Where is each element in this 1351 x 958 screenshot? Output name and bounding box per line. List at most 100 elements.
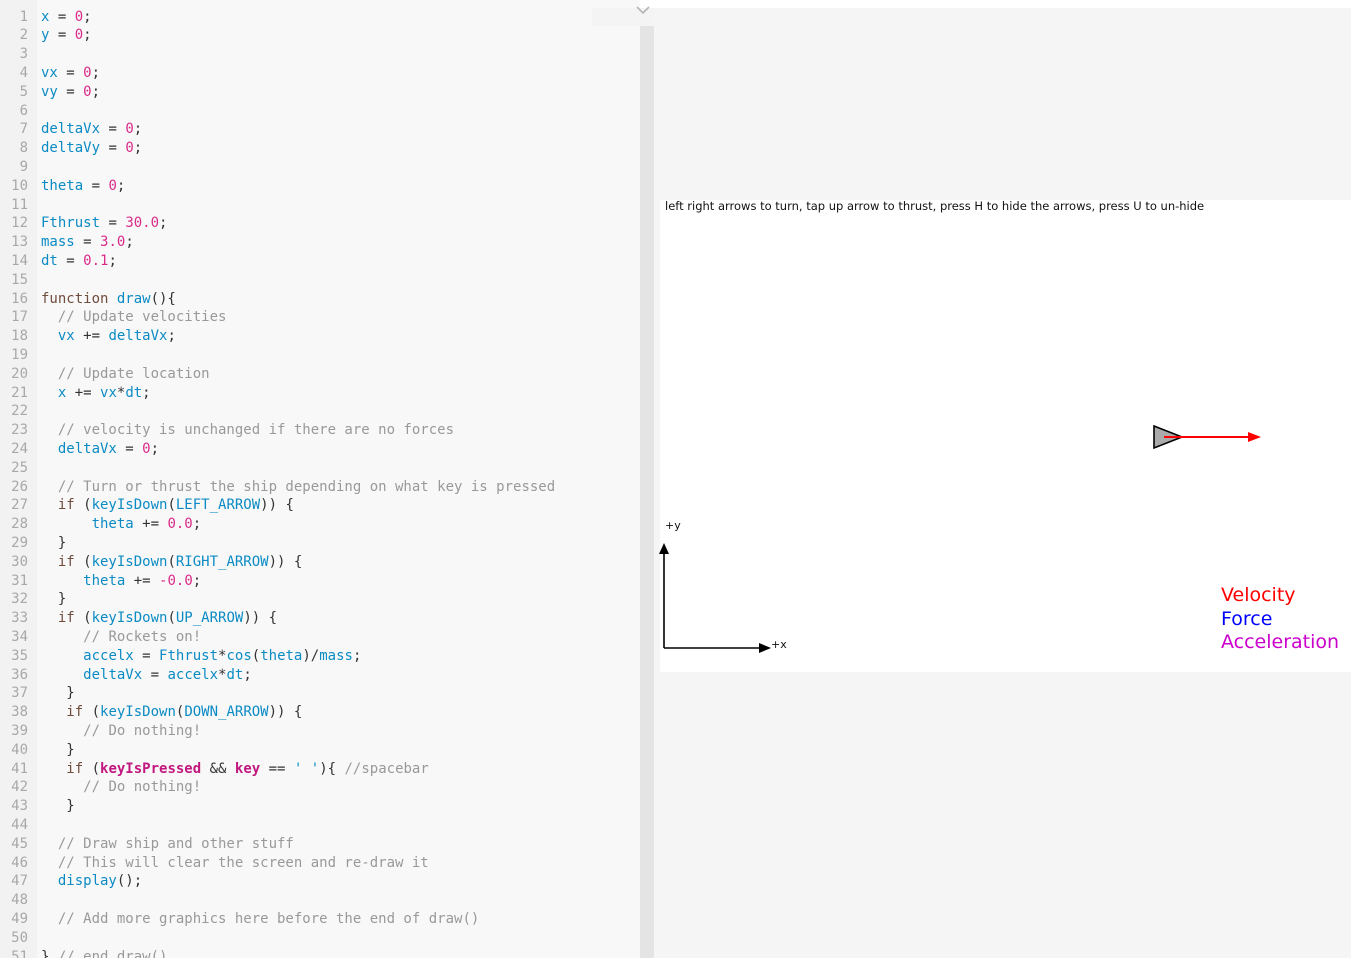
code-token: mass xyxy=(41,234,75,251)
code-line[interactable]: 5 vy = 0; xyxy=(0,83,100,102)
code-line[interactable]: 48 xyxy=(0,891,41,910)
code-line[interactable]: 49 // Add more graphics here before the … xyxy=(0,910,479,929)
code-line[interactable]: 35 accelx = Fthrust*cos(theta)/mass; xyxy=(0,647,361,666)
code-token: accelx xyxy=(83,647,134,664)
code-token: ( xyxy=(167,553,176,570)
code-line[interactable]: 6 xyxy=(0,102,41,121)
code-token: UP_ARROW xyxy=(175,610,244,627)
code-token: vy xyxy=(41,83,58,100)
line-number: 7 xyxy=(19,121,28,138)
code-line[interactable]: 4 vx = 0; xyxy=(0,64,100,83)
code-text: x += vx*dt; xyxy=(41,385,151,401)
code-line[interactable]: 30 if (keyIsDown(RIGHT_ARROW)) { xyxy=(0,553,302,572)
line-number: 33 xyxy=(11,610,28,627)
code-line[interactable]: 18 vx += deltaVx; xyxy=(0,327,176,346)
code-token: ; xyxy=(91,83,101,100)
code-line[interactable]: 31 theta += -0.0; xyxy=(0,572,201,591)
code-text: y = 0; xyxy=(41,27,92,43)
code-line[interactable]: 37 } xyxy=(0,684,75,703)
code-line[interactable]: 51} // end draw() xyxy=(0,948,167,958)
code-line[interactable]: 7 deltaVx = 0; xyxy=(0,120,143,139)
code-line[interactable]: 17 // Update velocities xyxy=(0,308,226,327)
code-token: DOWN_ARROW xyxy=(184,704,269,721)
code-line[interactable]: 22 xyxy=(0,402,41,421)
code-token: if xyxy=(57,553,75,570)
line-number: 51 xyxy=(11,948,28,958)
code-token: 0 xyxy=(83,64,92,81)
code-line[interactable]: 36 deltaVx = accelx*dt; xyxy=(0,666,252,685)
code-line[interactable]: 41 if (keyIsPressed && key == ' '){ //sp… xyxy=(0,760,429,779)
pane-splitter[interactable] xyxy=(640,26,654,958)
code-token: ; xyxy=(83,27,92,44)
code-text: if (keyIsDown(LEFT_ARROW)) { xyxy=(41,497,294,513)
line-number: 5 xyxy=(19,83,28,100)
code-line[interactable]: 43 } xyxy=(0,797,75,816)
code-line[interactable]: 15 xyxy=(0,271,41,290)
code-line[interactable]: 1 x = 0; xyxy=(0,8,92,27)
code-line[interactable]: 19 xyxy=(0,346,41,365)
code-text: theta += 0.0; xyxy=(41,516,202,533)
code-line[interactable]: 28 theta += 0.0; xyxy=(0,515,201,534)
code-token: theta xyxy=(91,516,134,533)
code-line[interactable]: 50 xyxy=(0,929,41,948)
code-line[interactable]: 33 if (keyIsDown(UP_ARROW)) { xyxy=(0,609,277,628)
code-line[interactable]: 47 display(); xyxy=(0,872,142,891)
y-axis-label: +y xyxy=(665,519,681,532)
line-number: 23 xyxy=(11,422,28,439)
ship xyxy=(1153,424,1261,450)
code-line[interactable]: 23 // velocity is unchanged if there are… xyxy=(0,421,454,440)
code-line[interactable]: 39 // Do nothing! xyxy=(0,722,201,741)
code-token: 0 xyxy=(74,27,84,44)
code-line[interactable]: 34 // Rockets on! xyxy=(0,628,201,647)
code-token: == xyxy=(260,760,294,777)
line-number: 6 xyxy=(19,102,28,119)
chevron-down-icon[interactable] xyxy=(636,5,650,15)
code-line[interactable]: 45 // Draw ship and other stuff xyxy=(0,835,294,854)
line-number: 49 xyxy=(11,910,28,927)
code-line[interactable]: 10 theta = 0; xyxy=(0,177,125,196)
code-text: if (keyIsPressed && key == ' '){ //space… xyxy=(41,761,429,777)
code-line[interactable]: 20 // Update location xyxy=(0,365,209,384)
code-token: // This will clear the screen and re-dra… xyxy=(57,854,429,871)
code-line[interactable]: 42 // Do nothing! xyxy=(0,778,201,797)
code-line[interactable]: 8 deltaVy = 0; xyxy=(0,139,143,158)
code-line[interactable]: 16 function draw(){ xyxy=(0,290,176,309)
code-line[interactable]: 9 xyxy=(0,158,41,177)
code-line[interactable]: 26 // Turn or thrust the ship depending … xyxy=(0,478,555,497)
line-number: 8 xyxy=(19,140,28,157)
code-text: } xyxy=(41,742,74,758)
line-number: 41 xyxy=(11,760,28,777)
code-line[interactable]: 2 y = 0; xyxy=(0,26,92,45)
line-number: 19 xyxy=(11,346,28,363)
line-number: 16 xyxy=(11,290,28,307)
code-line[interactable]: 21 x += vx*dt; xyxy=(0,384,151,403)
code-token: // Rockets on! xyxy=(83,628,202,645)
code-token: Fthrust xyxy=(159,647,219,664)
code-line[interactable]: 12 Fthrust = 30.0; xyxy=(0,214,167,233)
code-line[interactable]: 38 if (keyIsDown(DOWN_ARROW)) { xyxy=(0,703,302,722)
code-line[interactable]: 27 if (keyIsDown(LEFT_ARROW)) { xyxy=(0,496,294,515)
code-editor[interactable]: 1 x = 0; 2 y = 0; 3 4 vx = 0; 5 vy = 0; 6 7 deltaVx… xyxy=(0,0,640,958)
code-line[interactable]: 29 } xyxy=(0,534,66,553)
line-number: 37 xyxy=(11,685,28,702)
line-number: 21 xyxy=(11,384,28,401)
code-line[interactable]: 13 mass = 3.0; xyxy=(0,233,134,252)
code-line[interactable]: 24 deltaVx = 0; xyxy=(0,440,159,459)
code-line[interactable]: 25 xyxy=(0,459,41,478)
line-number: 1 xyxy=(19,8,28,25)
code-line[interactable]: 44 xyxy=(0,816,41,835)
code-line[interactable]: 46 // This will clear the screen and re-… xyxy=(0,854,429,873)
code-line[interactable]: 32 } xyxy=(0,590,66,609)
code-token: // Update velocities xyxy=(57,309,227,326)
code-line[interactable]: 14 dt = 0.1; xyxy=(0,252,117,271)
code-token: cos xyxy=(226,647,252,664)
code-line[interactable]: 40 } xyxy=(0,741,75,760)
code-line[interactable]: 3 xyxy=(0,45,41,64)
code-token: = xyxy=(100,215,126,232)
code-line[interactable]: 11 xyxy=(0,196,41,215)
